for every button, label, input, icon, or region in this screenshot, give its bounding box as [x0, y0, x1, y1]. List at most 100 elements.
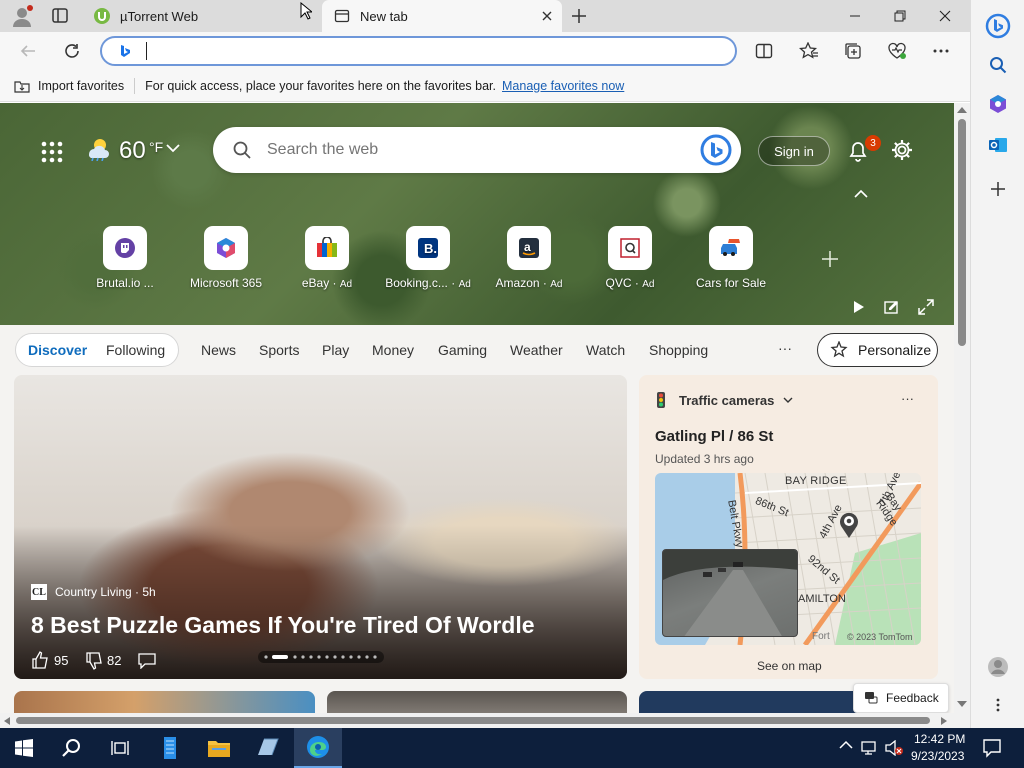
network-icon[interactable] — [861, 740, 879, 756]
collections-icon[interactable] — [841, 39, 865, 63]
traffic-map[interactable]: BAY RIDGE 86th St Belt Pkwy 4th Ave 92nd… — [655, 473, 921, 645]
tab-weather[interactable]: Weather — [510, 342, 563, 358]
chevron-down-icon[interactable] — [166, 143, 180, 153]
dislike-icon[interactable] — [85, 652, 103, 670]
featured-article-card[interactable]: CL Country Living · 5h 8 Best Puzzle Gam… — [14, 375, 627, 679]
volume-muted-icon[interactable] — [884, 740, 904, 756]
sidebar-office-icon[interactable] — [985, 91, 1011, 117]
horizontal-scroll-thumb[interactable] — [16, 717, 930, 724]
clock-time[interactable]: 12:42 PM — [914, 732, 965, 746]
web-search-box[interactable] — [213, 127, 741, 173]
play-icon[interactable] — [851, 300, 865, 314]
tab-watch[interactable]: Watch — [586, 342, 625, 358]
camera-pin-icon[interactable] — [838, 511, 860, 539]
minimize-button[interactable] — [832, 0, 878, 32]
close-tab-icon[interactable] — [540, 9, 554, 23]
scroll-left-arrow-icon[interactable] — [4, 717, 10, 725]
see-on-map-link[interactable]: See on map — [757, 659, 822, 673]
sidebar-add-icon[interactable] — [985, 176, 1011, 202]
manage-favorites-link[interactable]: Manage favorites now — [502, 79, 624, 93]
tab-discover[interactable]: Discover — [28, 342, 87, 358]
quick-link-amazon[interactable]: a Amazon · Ad — [479, 226, 579, 290]
nav-more-button[interactable]: ··· — [778, 340, 792, 356]
favorites-star-icon[interactable] — [797, 39, 821, 63]
back-arrow-icon[interactable] — [16, 39, 40, 63]
tab-following[interactable]: Following — [106, 342, 165, 358]
apps-grid-icon[interactable] — [41, 141, 63, 163]
tray-chevron-up-icon[interactable] — [839, 740, 853, 750]
address-bar[interactable] — [100, 36, 737, 66]
tab-play[interactable]: Play — [322, 342, 349, 358]
taskbar-search-icon[interactable] — [48, 728, 96, 768]
horizontal-scrollbar[interactable] — [0, 713, 970, 728]
chevron-down-icon[interactable] — [783, 396, 793, 404]
sign-in-button[interactable]: Sign in — [758, 136, 830, 166]
vertical-scrollbar[interactable] — [954, 103, 970, 715]
tab-utorrent[interactable]: µTorrent Web — [84, 0, 320, 32]
new-tab-button[interactable] — [570, 7, 588, 25]
sidebar-outlook-icon[interactable] — [985, 132, 1011, 158]
scroll-up-arrow-icon[interactable] — [957, 107, 967, 113]
collapse-chevron-up-icon[interactable] — [854, 189, 868, 199]
task-view-icon[interactable] — [96, 728, 144, 768]
more-menu-icon[interactable] — [929, 39, 953, 63]
tab-gaming[interactable]: Gaming — [438, 342, 487, 358]
refresh-icon[interactable] — [60, 39, 84, 63]
sidebar-more-icon[interactable] — [985, 692, 1011, 718]
sidebar-search-icon[interactable] — [985, 52, 1011, 78]
quick-link-microsoft365[interactable]: Microsoft 365 — [176, 226, 276, 290]
scroll-down-arrow-icon[interactable] — [957, 701, 967, 707]
restore-button[interactable] — [877, 0, 923, 32]
article-card-3[interactable] — [327, 691, 627, 715]
bing-chat-icon[interactable] — [700, 134, 732, 166]
taskbar-notepad-icon[interactable] — [146, 728, 194, 768]
bing-copilot-icon[interactable] — [985, 13, 1011, 39]
start-windows-icon[interactable] — [0, 728, 48, 768]
feedback-button[interactable]: Feedback — [853, 683, 949, 713]
clock-date[interactable]: 9/23/2023 — [911, 749, 964, 763]
like-icon[interactable] — [31, 651, 49, 669]
quick-link-brutal[interactable]: Brutal.io ... — [75, 226, 175, 290]
scroll-right-arrow-icon[interactable] — [941, 717, 947, 725]
weather-rain-icon[interactable] — [85, 137, 111, 161]
tab-title: µTorrent Web — [120, 8, 199, 24]
personalize-button[interactable]: Personalize — [817, 333, 938, 367]
import-favorites-icon[interactable] — [14, 79, 30, 93]
traffic-card-title[interactable]: Traffic cameras — [679, 393, 774, 408]
tab-money[interactable]: Money — [372, 342, 414, 358]
quick-link-booking[interactable]: B. Booking.c... · Ad — [378, 226, 478, 290]
camera-snapshot[interactable] — [662, 549, 798, 637]
tab-sports[interactable]: Sports — [259, 342, 299, 358]
taskbar-app-icon[interactable] — [244, 728, 292, 768]
tab-shopping[interactable]: Shopping — [649, 342, 708, 358]
tab-new-tab[interactable]: New tab — [322, 0, 562, 32]
article-card-2[interactable] — [14, 691, 315, 715]
article-headline[interactable]: 8 Best Puzzle Games If You're Tired Of W… — [31, 612, 535, 639]
article-source[interactable]: Country Living · 5h — [55, 585, 156, 599]
comment-icon[interactable] — [138, 653, 156, 669]
card-more-icon[interactable]: ··· — [901, 391, 914, 406]
weather-temp[interactable]: 60 — [119, 137, 146, 165]
quick-link-qvc[interactable]: QVC · Ad — [580, 226, 680, 290]
tab-actions-icon[interactable] — [50, 7, 70, 25]
import-favorites-link[interactable]: Import favorites — [38, 79, 124, 93]
edge-browser-icon[interactable] — [294, 728, 342, 768]
carousel-indicator[interactable] — [258, 651, 384, 663]
vertical-scroll-thumb[interactable] — [958, 119, 966, 346]
quick-link-ebay[interactable]: eBay · Ad — [277, 226, 377, 290]
tab-news[interactable]: News — [201, 342, 236, 358]
edit-background-icon[interactable] — [884, 299, 900, 315]
split-screen-icon[interactable] — [752, 39, 776, 63]
file-explorer-icon[interactable] — [195, 728, 243, 768]
sidebar-profile-icon[interactable] — [985, 654, 1011, 680]
profile-icon[interactable] — [10, 5, 34, 29]
address-input[interactable] — [146, 42, 726, 60]
quick-link-cars-for-sale[interactable]: Cars for Sale — [681, 226, 781, 290]
action-center-icon[interactable] — [982, 738, 1002, 758]
browser-essentials-icon[interactable] — [885, 39, 909, 63]
expand-icon[interactable] — [918, 299, 934, 315]
web-search-input[interactable] — [267, 139, 687, 161]
close-window-button[interactable] — [922, 0, 968, 32]
add-quick-link-icon[interactable] — [821, 250, 839, 268]
settings-gear-icon[interactable] — [890, 138, 914, 162]
